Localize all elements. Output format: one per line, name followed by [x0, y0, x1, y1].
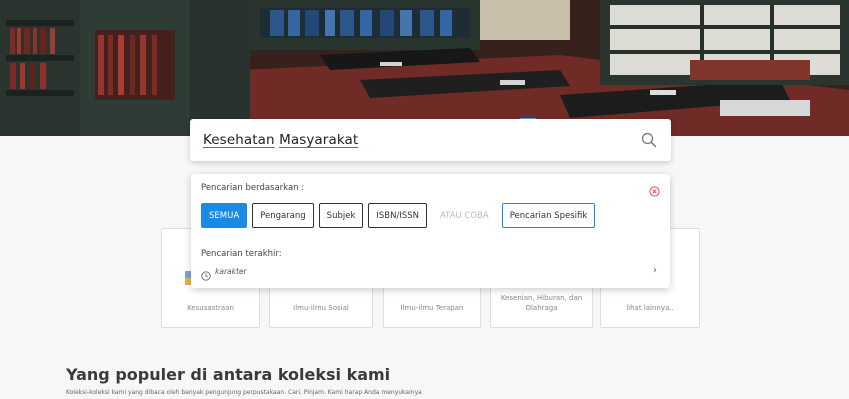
chip-pencarian-spesifik[interactable]: Pencarian Spesifik — [501, 203, 596, 228]
search-input[interactable]: Kesehatan Masyarakat — [203, 132, 639, 148]
or-try-label: ATAU COBA — [432, 203, 497, 228]
search-query-word: Masyarakat — [279, 132, 359, 148]
recent-search-item[interactable]: karakter — [201, 266, 247, 281]
recent-search-term: karakter — [215, 266, 247, 276]
clock-icon — [201, 266, 211, 281]
category-label: Kesenian, Hiburan, dan Olahraga — [500, 294, 583, 312]
category-label: Kesusastraan — [187, 303, 234, 312]
recent-searches-label: Pencarian terakhir: — [201, 249, 282, 259]
section-subtitle: Koleksi-koleksi kami yang dibaca oleh ba… — [66, 389, 422, 396]
search-by-label: Pencarian berdasarkan : — [201, 183, 305, 193]
chip-pengarang[interactable]: Pengarang — [252, 203, 314, 228]
chevron-right-icon[interactable]: › — [653, 265, 657, 276]
category-label: Ilmu-ilmu Sosial — [293, 303, 349, 312]
category-label: Ilmu-ilmu Terapan — [400, 303, 464, 312]
search-type-chips: SEMUA Pengarang Subjek ISBN/ISSN ATAU CO… — [201, 203, 596, 228]
section-title: Yang populer di antara koleksi kami — [66, 365, 391, 384]
chip-semua[interactable]: SEMUA — [201, 203, 248, 228]
category-label: lihat lainnya.. — [626, 303, 674, 312]
chip-isbn-issn[interactable]: ISBN/ISSN — [368, 203, 427, 228]
search-options-dropdown: Pencarian berdasarkan : SEMUA Pengarang … — [191, 174, 670, 288]
close-circle-icon[interactable] — [649, 182, 660, 197]
search-icon[interactable] — [639, 130, 659, 150]
search-bar[interactable]: Kesehatan Masyarakat — [190, 119, 671, 161]
hero-banner-image — [0, 0, 849, 136]
search-query-word: Kesehatan — [203, 132, 275, 148]
chip-subjek[interactable]: Subjek — [318, 203, 364, 228]
